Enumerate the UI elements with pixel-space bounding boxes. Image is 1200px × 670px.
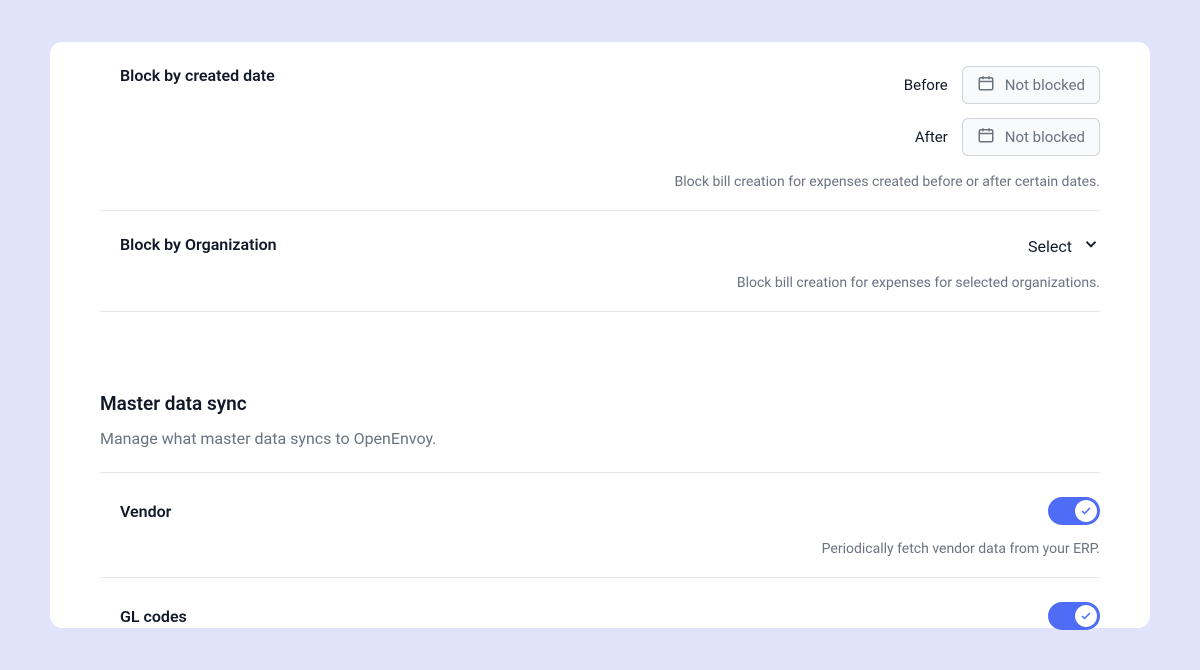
calendar-icon [977, 126, 995, 148]
date-controls: Before Not blocked [904, 66, 1100, 156]
section-title: Master data sync [100, 392, 1100, 415]
card-inner: Block by created date Before [50, 42, 1150, 630]
vendor-helper: Periodically fetch vendor data from your… [100, 541, 1100, 557]
check-icon [1080, 502, 1092, 521]
section-subtitle: Manage what master data syncs to OpenEnv… [100, 429, 1100, 473]
master-data-sync-section: Master data sync Manage what master data… [100, 392, 1100, 630]
calendar-icon [977, 74, 995, 96]
check-icon [1080, 607, 1092, 626]
chevron-down-icon [1082, 235, 1100, 257]
gl-codes-row: GL codes [100, 578, 1100, 630]
setting-block-by-org: Block by Organization Select Block bill … [100, 211, 1100, 312]
block-by-org-helper: Block bill creation for expenses for sel… [100, 275, 1100, 291]
org-select-label: Select [1028, 237, 1072, 256]
gl-codes-setting: GL codes [100, 578, 1100, 630]
setting-title-block-by-date: Block by created date [100, 66, 275, 85]
toggle-knob [1075, 500, 1097, 522]
setting-block-by-date: Block by created date Before [100, 42, 1100, 211]
setting-header: Block by created date Before [100, 66, 1100, 156]
vendor-setting: Vendor Periodically fetch vendor data fr… [100, 473, 1100, 578]
setting-header: Block by Organization Select [100, 235, 1100, 257]
before-label: Before [904, 76, 948, 94]
before-row: Before Not blocked [904, 66, 1100, 104]
after-date-picker[interactable]: Not blocked [962, 118, 1100, 156]
before-date-picker[interactable]: Not blocked [962, 66, 1100, 104]
toggle-knob [1075, 605, 1097, 627]
org-select[interactable]: Select [1028, 235, 1100, 257]
setting-title-block-by-org: Block by Organization [100, 235, 277, 254]
vendor-row: Vendor [100, 473, 1100, 525]
vendor-title: Vendor [100, 502, 171, 521]
gl-codes-toggle[interactable] [1048, 602, 1100, 630]
before-date-value: Not blocked [1005, 76, 1085, 94]
gl-codes-title: GL codes [100, 607, 187, 626]
after-row: After Not blocked [904, 118, 1100, 156]
settings-card: Block by created date Before [50, 42, 1150, 628]
after-label: After [915, 128, 948, 146]
after-date-value: Not blocked [1005, 128, 1085, 146]
vendor-toggle[interactable] [1048, 497, 1100, 525]
block-by-date-helper: Block bill creation for expenses created… [100, 174, 1100, 190]
